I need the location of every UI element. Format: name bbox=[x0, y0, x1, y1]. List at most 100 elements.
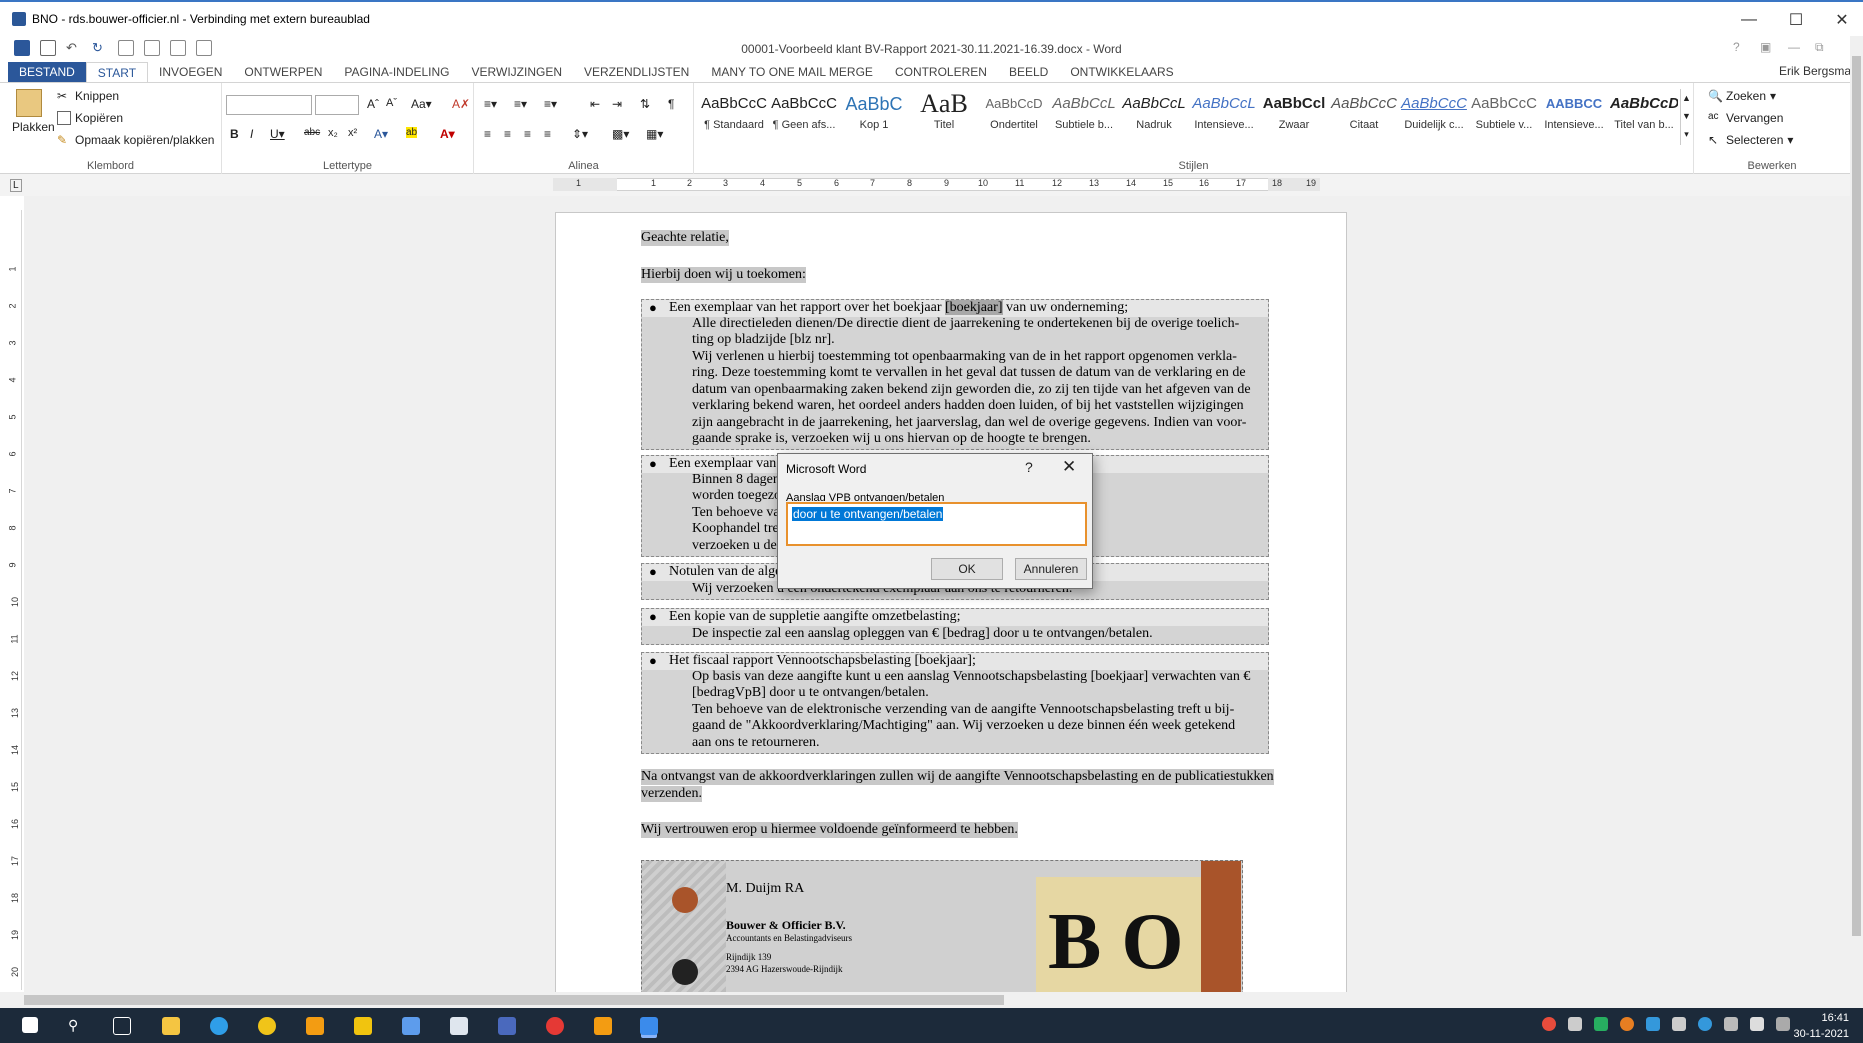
style-nadruk[interactable]: AaBbCcL Nadruk bbox=[1120, 89, 1188, 145]
horizontal-scroll-thumb[interactable] bbox=[24, 995, 1004, 1005]
select-button[interactable]: ↖ Selecteren ▾ bbox=[1708, 133, 1793, 147]
italic-icon[interactable]: I bbox=[250, 127, 253, 141]
underline-icon[interactable]: U▾ bbox=[270, 127, 285, 141]
style-subtiele-verwijzing[interactable]: AaBbCcC Subtiele v... bbox=[1470, 89, 1538, 145]
tab-pagina-indeling[interactable]: PAGINA-INDELING bbox=[333, 62, 460, 82]
grow-font-icon[interactable]: Aˆ bbox=[367, 97, 379, 111]
align-left-icon[interactable]: ≡ bbox=[484, 127, 491, 141]
vertical-ruler[interactable]: 1 2 3 4 5 6 7 8 9 10 11 12 13 14 15 16 1… bbox=[8, 210, 22, 990]
user-name[interactable]: Erik Bergsma bbox=[1779, 64, 1851, 78]
document-canvas[interactable]: Geachte relatie, Hierbij doen wij u toek… bbox=[24, 196, 1850, 992]
ribbon-display-icon[interactable]: ▣ bbox=[1760, 40, 1771, 54]
horizontal-ruler[interactable]: L 1 1 2 3 4 5 6 7 8 9 10 11 12 13 14 15 … bbox=[0, 174, 1863, 196]
subscript-icon[interactable]: x₂ bbox=[328, 127, 338, 139]
tray-icon[interactable] bbox=[1568, 1017, 1582, 1031]
start-icon[interactable] bbox=[22, 1017, 38, 1033]
app-icon[interactable] bbox=[594, 1017, 612, 1035]
text-effects-icon[interactable]: A▾ bbox=[374, 127, 388, 141]
tab-controleren[interactable]: CONTROLEREN bbox=[884, 62, 998, 82]
style-ondertitel[interactable]: AaBbCcD Ondertitel bbox=[980, 89, 1048, 145]
increase-indent-icon[interactable]: ⇥ bbox=[612, 97, 622, 111]
tab-ontwikkelaars[interactable]: ONTWIKKELAARS bbox=[1059, 62, 1184, 82]
taskbar-clock[interactable]: 16:41 30-11-2021 bbox=[1794, 1010, 1849, 1042]
app-icon[interactable] bbox=[354, 1017, 372, 1035]
sort-icon[interactable]: ⇅ bbox=[640, 97, 650, 111]
align-center-icon[interactable]: ≡ bbox=[504, 127, 511, 141]
edge-icon[interactable] bbox=[210, 1017, 228, 1035]
highlight-icon[interactable]: ab bbox=[406, 127, 418, 138]
numbering-icon[interactable]: ≡▾ bbox=[514, 97, 527, 111]
dialog-close-icon[interactable]: ✕ bbox=[1062, 457, 1076, 477]
close-button[interactable]: ✕ bbox=[1819, 2, 1863, 38]
tab-start[interactable]: START bbox=[85, 62, 149, 82]
file-explorer-icon[interactable] bbox=[162, 1017, 180, 1035]
tray-icon[interactable] bbox=[1542, 1017, 1556, 1031]
horizontal-scrollbar[interactable] bbox=[0, 992, 1863, 1008]
align-right-icon[interactable]: ≡ bbox=[524, 127, 531, 141]
save-app-icon[interactable] bbox=[498, 1017, 516, 1035]
tray-icon[interactable] bbox=[1620, 1017, 1634, 1031]
app-icon[interactable] bbox=[546, 1017, 564, 1035]
ok-button[interactable]: OK bbox=[931, 558, 1003, 580]
decrease-indent-icon[interactable]: ⇤ bbox=[590, 97, 600, 111]
shading-icon[interactable]: ▩▾ bbox=[612, 127, 629, 141]
style-intensieve-nadruk[interactable]: AaBbCcL Intensieve... bbox=[1190, 89, 1258, 145]
style-subtiele-benadrukking[interactable]: AaBbCcL Subtiele b... bbox=[1050, 89, 1118, 145]
tab-invoegen[interactable]: INVOEGEN bbox=[148, 62, 233, 82]
copy-button[interactable]: Kopiëren bbox=[57, 111, 123, 125]
replace-button[interactable]: ac Vervangen bbox=[1708, 111, 1783, 125]
borders-icon[interactable]: ▦▾ bbox=[646, 127, 663, 141]
tray-icon[interactable] bbox=[1646, 1017, 1660, 1031]
multilevel-list-icon[interactable]: ≡▾ bbox=[544, 97, 557, 111]
font-size-select[interactable] bbox=[315, 95, 359, 115]
style-titel[interactable]: AaB Titel bbox=[910, 89, 978, 145]
change-case-icon[interactable]: Aa▾ bbox=[411, 97, 432, 111]
dialog-text-input[interactable]: door u te ontvangen/betalen bbox=[786, 502, 1087, 546]
style-zwaar[interactable]: AaBbCcl Zwaar bbox=[1260, 89, 1328, 145]
calculator-icon[interactable] bbox=[450, 1017, 468, 1035]
format-painter-button[interactable]: ✎ Opmaak kopiëren/plakken bbox=[57, 133, 214, 147]
line-spacing-icon[interactable]: ⇕▾ bbox=[572, 127, 588, 141]
help-icon[interactable]: ? bbox=[1733, 40, 1740, 54]
tray-icon[interactable] bbox=[1698, 1017, 1712, 1031]
task-view-icon[interactable] bbox=[113, 1017, 131, 1035]
field-boekjaar[interactable]: [boekjaar] bbox=[944, 300, 1003, 315]
shrink-font-icon[interactable]: Aˇ bbox=[386, 97, 397, 109]
style-intensieve-verwijzing[interactable]: AABBCC Intensieve... bbox=[1540, 89, 1608, 145]
tab-beeld[interactable]: BEELD bbox=[998, 62, 1059, 82]
style-duidelijk-citaat[interactable]: AaBbCcC Duidelijk c... bbox=[1400, 89, 1468, 145]
onedrive-icon[interactable] bbox=[1750, 1017, 1764, 1031]
style-kop-1[interactable]: AaBbC Kop 1 bbox=[840, 89, 908, 145]
style-standaard[interactable]: AaBbCcC ¶ Standaard bbox=[700, 89, 768, 145]
bold-icon[interactable]: B bbox=[230, 127, 239, 141]
dialog-help-icon[interactable]: ? bbox=[1025, 459, 1033, 475]
superscript-icon[interactable]: x² bbox=[348, 127, 357, 139]
styles-scroll[interactable]: ▲ ▼ ▾ bbox=[1680, 89, 1692, 145]
strikethrough-icon[interactable]: abc bbox=[304, 127, 320, 138]
font-name-select[interactable] bbox=[226, 95, 312, 115]
cut-button[interactable]: ✂ Knippen bbox=[57, 89, 119, 103]
network-icon[interactable] bbox=[1724, 1017, 1738, 1031]
vertical-scrollbar[interactable] bbox=[1850, 36, 1863, 992]
tab-verwijzingen[interactable]: VERWIJZINGEN bbox=[461, 62, 573, 82]
chrome-icon[interactable] bbox=[258, 1017, 276, 1035]
find-button[interactable]: 🔍 Zoeken ▾ bbox=[1708, 89, 1776, 103]
paste-button[interactable]: Plakken bbox=[12, 89, 55, 145]
tray-icon[interactable] bbox=[1594, 1017, 1608, 1031]
volume-icon[interactable] bbox=[1776, 1017, 1790, 1031]
tray-icon[interactable] bbox=[1672, 1017, 1686, 1031]
word-minimize-button[interactable]: — bbox=[1788, 40, 1800, 54]
tab-ontwerpen[interactable]: ONTWERPEN bbox=[233, 62, 333, 82]
document-page[interactable]: Geachte relatie, Hierbij doen wij u toek… bbox=[555, 212, 1347, 992]
maximize-button[interactable]: ☐ bbox=[1773, 2, 1819, 38]
word-restore-button[interactable]: ⧉ bbox=[1815, 40, 1824, 55]
bullets-icon[interactable]: ≡▾ bbox=[484, 97, 497, 111]
tab-many-to-one-mail-merge[interactable]: MANY TO ONE MAIL MERGE bbox=[700, 62, 884, 82]
font-color-icon[interactable]: A▾ bbox=[440, 127, 455, 141]
search-icon[interactable]: ⚲ bbox=[68, 1017, 86, 1035]
style-citaat[interactable]: AaBbCcC Citaat bbox=[1330, 89, 1398, 145]
vertical-scroll-thumb[interactable] bbox=[1852, 56, 1861, 936]
app-icon[interactable] bbox=[306, 1017, 324, 1035]
tab-verzendlijsten[interactable]: VERZENDLIJSTEN bbox=[573, 62, 700, 82]
cancel-button[interactable]: Annuleren bbox=[1015, 558, 1087, 580]
